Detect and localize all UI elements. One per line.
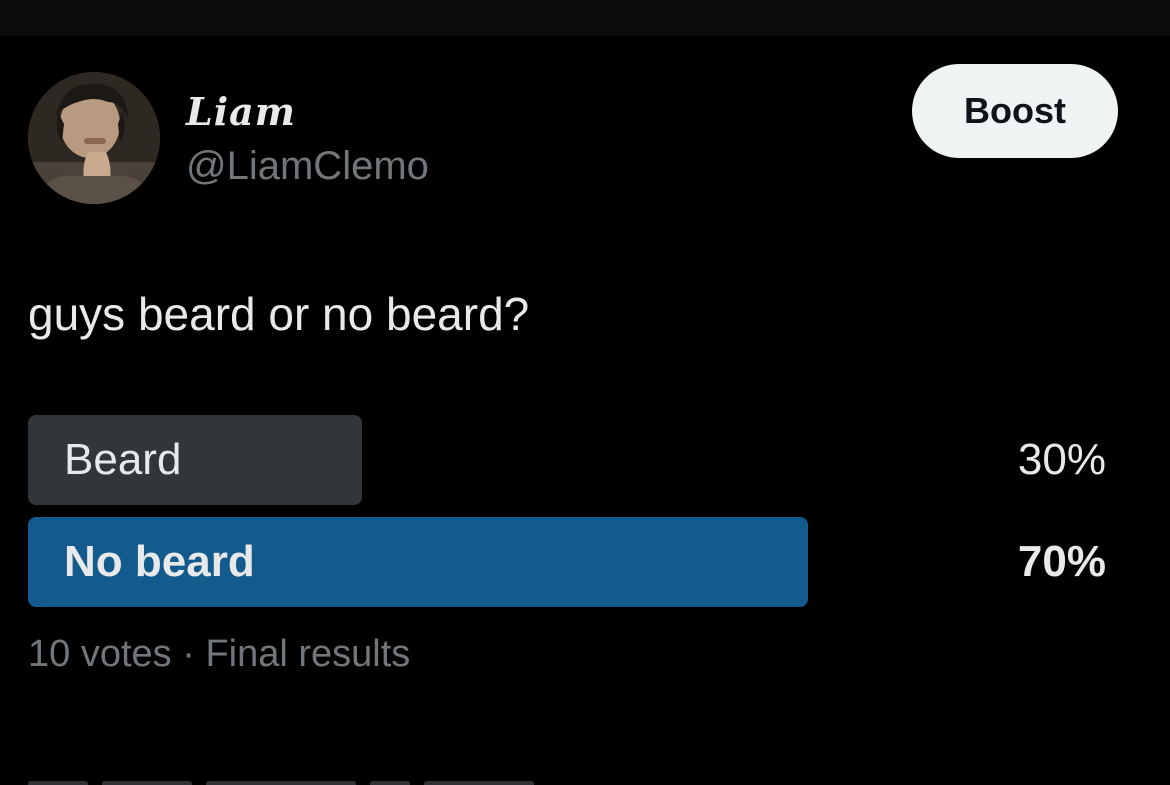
poll-option-percent: 70% (1017, 537, 1106, 586)
post-text: guys beard or no beard? (28, 288, 530, 340)
poll-option-label: No beard (64, 537, 255, 586)
author-display-name[interactable]: Liam (186, 90, 296, 134)
avatar-image (28, 72, 160, 204)
poll-vote-count: 10 votes (28, 633, 172, 675)
poll-status: Final results (205, 633, 411, 675)
author-handle[interactable]: @LiamClemo (186, 142, 429, 190)
poll-option-beard: Beard 30% (28, 415, 1118, 505)
top-bar (0, 0, 1170, 36)
boost-button[interactable]: Boost (912, 64, 1118, 158)
poll-option-percent: 30% (1017, 435, 1106, 484)
poll-option-label: Beard (64, 435, 182, 484)
poll-footer: 10 votes · Final results (28, 630, 410, 678)
avatar[interactable] (28, 72, 160, 204)
cut-off-timestamp-row (28, 774, 568, 785)
poll-separator: · (171, 633, 206, 675)
poll-option-no-beard: No beard 70% (28, 517, 1118, 607)
